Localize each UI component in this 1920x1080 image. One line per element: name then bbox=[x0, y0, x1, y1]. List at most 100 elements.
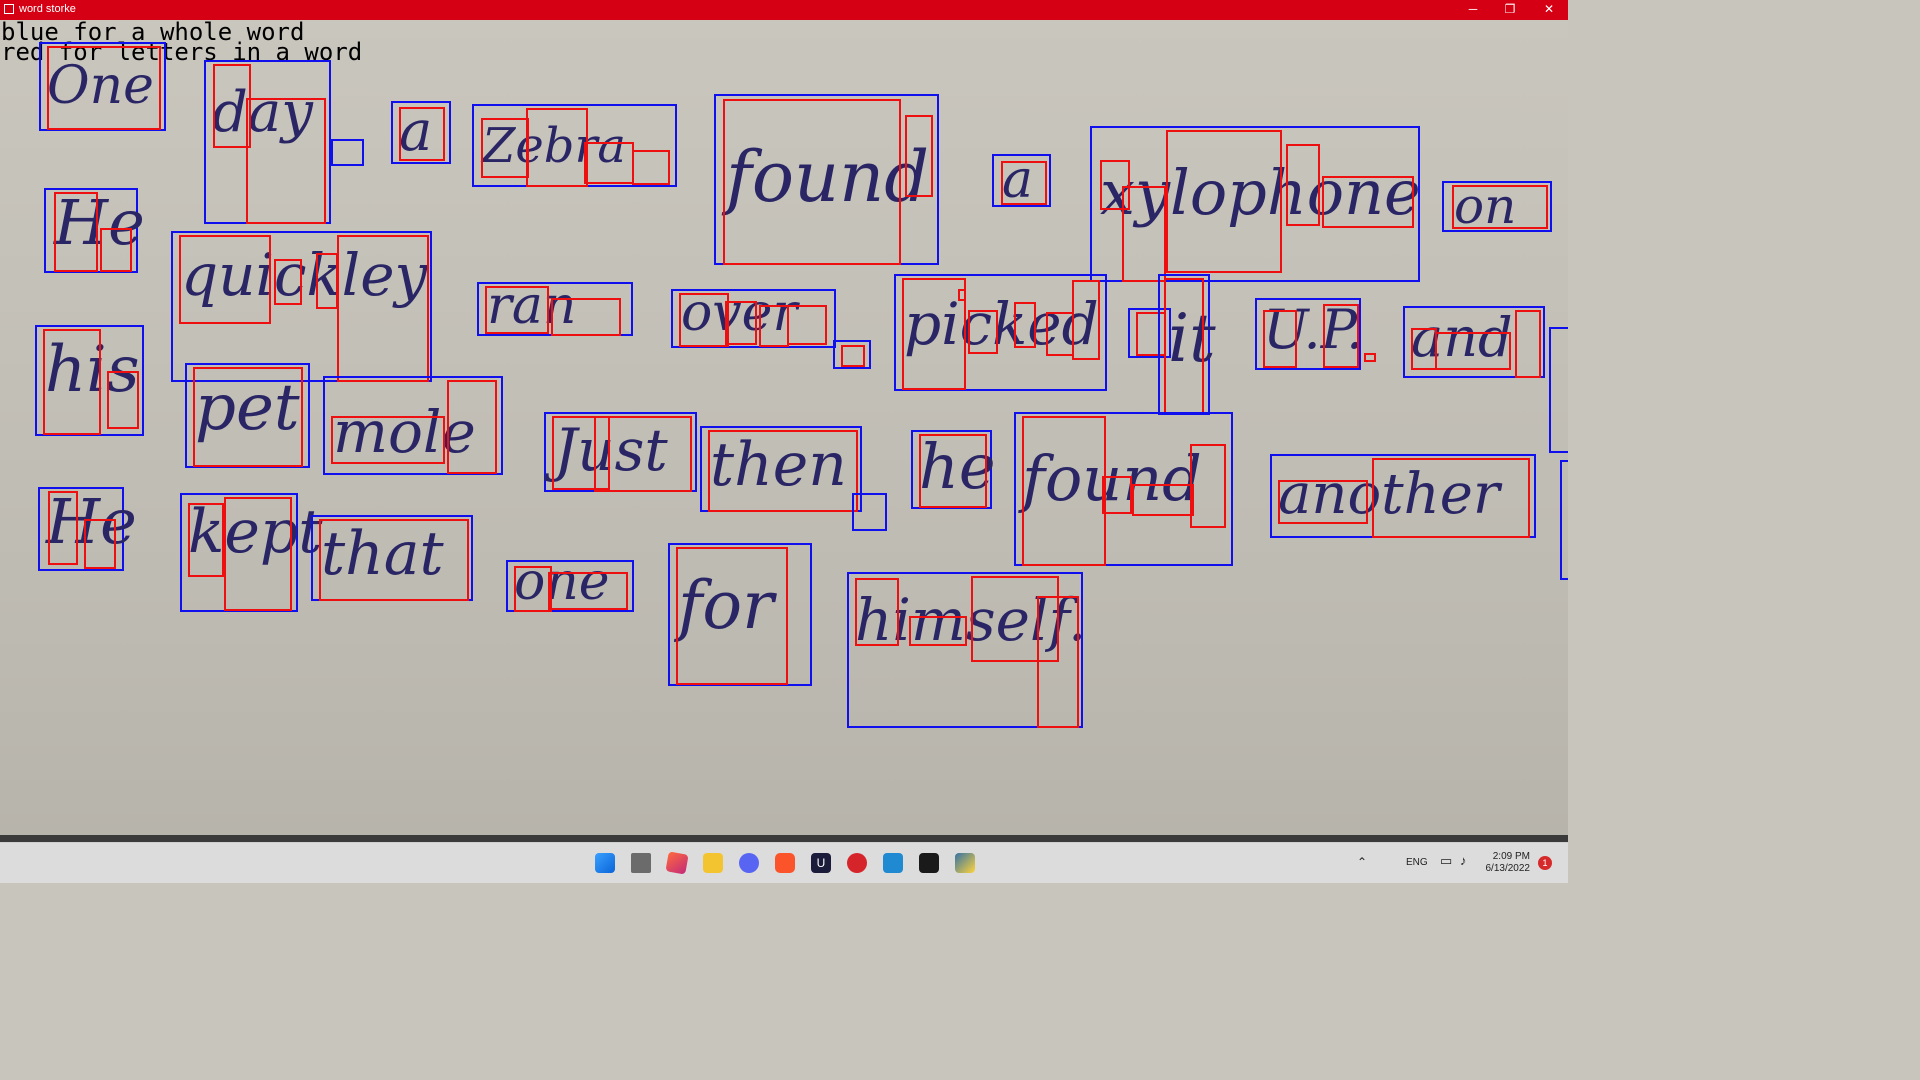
letter-box bbox=[1072, 280, 1100, 360]
word-box: He bbox=[44, 186, 145, 273]
letter-box bbox=[1014, 302, 1036, 348]
letter-box bbox=[1278, 480, 1368, 524]
volume-icon[interactable]: ♪ bbox=[1460, 853, 1467, 868]
network-icon[interactable]: ▭ bbox=[1440, 853, 1452, 869]
word-box: he bbox=[911, 430, 996, 509]
word-box: on bbox=[1442, 177, 1552, 235]
letter-box bbox=[584, 142, 634, 184]
word-box bbox=[833, 340, 871, 369]
letter-box bbox=[319, 519, 469, 601]
app-icon bbox=[4, 4, 14, 14]
image-canvas: blue for a whole word red for letters in… bbox=[0, 20, 1568, 835]
letter-box bbox=[1102, 476, 1132, 514]
letter-box bbox=[514, 566, 552, 612]
letter-box bbox=[179, 235, 271, 324]
letter-box bbox=[548, 572, 628, 610]
letter-box bbox=[331, 416, 445, 464]
word-box: Zebra bbox=[472, 104, 677, 187]
word-box: mole bbox=[323, 376, 503, 475]
3d-box-icon[interactable] bbox=[665, 851, 689, 875]
clock-time: 2:09 PM bbox=[1492, 851, 1530, 862]
word-box bbox=[1549, 327, 1568, 453]
terminal-icon[interactable] bbox=[919, 853, 939, 873]
letter-box bbox=[958, 289, 966, 301]
letter-box bbox=[1122, 186, 1166, 282]
letter-box bbox=[193, 367, 303, 467]
letter-box bbox=[399, 107, 445, 161]
letter-box bbox=[1166, 130, 1282, 273]
letter-box bbox=[447, 380, 497, 474]
letter-box bbox=[787, 305, 827, 345]
word-box: pet bbox=[185, 363, 310, 468]
discord-icon[interactable] bbox=[739, 853, 759, 873]
start-icon[interactable] bbox=[595, 853, 615, 873]
word-box: for bbox=[668, 543, 812, 686]
word-box: then bbox=[700, 426, 862, 512]
letter-box bbox=[274, 259, 302, 305]
word-box bbox=[852, 493, 887, 531]
vscode-icon[interactable] bbox=[883, 853, 903, 873]
brave-icon[interactable] bbox=[775, 853, 795, 873]
letter-box bbox=[1435, 332, 1511, 370]
hotspot-icon[interactable] bbox=[847, 853, 867, 873]
letter-box bbox=[551, 298, 621, 336]
letter-box bbox=[1037, 596, 1079, 728]
clock-date: 6/13/2022 bbox=[1485, 863, 1531, 874]
letter-box bbox=[1263, 310, 1297, 368]
letter-box bbox=[676, 547, 788, 685]
letter-box bbox=[759, 305, 789, 347]
letter-box bbox=[84, 519, 116, 569]
word-box bbox=[1560, 460, 1568, 580]
ultimate-icon[interactable]: U bbox=[811, 853, 831, 873]
word-box: a bbox=[391, 99, 451, 164]
language-indicator[interactable]: ENG bbox=[1406, 857, 1428, 868]
letter-box bbox=[1322, 176, 1414, 228]
letter-box bbox=[107, 371, 139, 429]
python-icon[interactable] bbox=[955, 853, 975, 873]
letter-box bbox=[246, 98, 326, 224]
word-box: picked bbox=[894, 274, 1107, 391]
letter-box bbox=[316, 253, 338, 309]
letter-box bbox=[1372, 458, 1530, 538]
letter-box bbox=[47, 46, 161, 130]
letter-box bbox=[905, 115, 933, 197]
restore-button[interactable]: ❐ bbox=[1491, 0, 1529, 20]
letter-box bbox=[48, 491, 78, 565]
letter-box bbox=[43, 329, 101, 435]
file-explorer-icon[interactable] bbox=[703, 853, 723, 873]
close-button[interactable]: ✕ bbox=[1530, 0, 1568, 20]
word-box: another bbox=[1270, 454, 1536, 538]
letter-box bbox=[909, 616, 967, 646]
letter-box bbox=[968, 310, 998, 354]
letter-box bbox=[337, 235, 429, 382]
word-box: U.P. bbox=[1255, 298, 1363, 370]
taskbar-divider bbox=[0, 835, 1568, 842]
word-box: found bbox=[1014, 412, 1233, 566]
task-view-icon[interactable] bbox=[631, 853, 651, 873]
letter-box bbox=[725, 301, 757, 345]
word-box: that bbox=[311, 515, 473, 601]
clock[interactable]: 2:09 PM 6/13/2022 bbox=[1486, 851, 1531, 875]
letter-box bbox=[1452, 185, 1548, 229]
word-box: kept bbox=[180, 493, 322, 612]
word-box: found bbox=[714, 94, 939, 265]
chevron-up-icon[interactable]: ⌃ bbox=[1357, 855, 1367, 869]
letter-box bbox=[919, 434, 987, 508]
letter-box bbox=[1046, 312, 1074, 356]
word-box: day bbox=[204, 60, 331, 224]
letter-box bbox=[708, 430, 858, 512]
window-titlebar: word storke ─ ❐ ✕ bbox=[0, 0, 1568, 20]
letter-box bbox=[526, 108, 588, 187]
letter-box bbox=[1190, 444, 1226, 528]
window-title: word storke bbox=[19, 3, 76, 15]
word-box: One bbox=[39, 42, 166, 131]
letter-box bbox=[224, 497, 292, 611]
letter-box bbox=[1411, 328, 1437, 370]
minimize-button[interactable]: ─ bbox=[1454, 0, 1492, 20]
letter-box bbox=[902, 278, 966, 390]
letter-box bbox=[679, 293, 729, 347]
letter-box bbox=[723, 99, 901, 265]
word-box: his bbox=[35, 325, 144, 436]
letter-box bbox=[632, 150, 670, 185]
notification-badge[interactable]: 1 bbox=[1538, 856, 1552, 870]
